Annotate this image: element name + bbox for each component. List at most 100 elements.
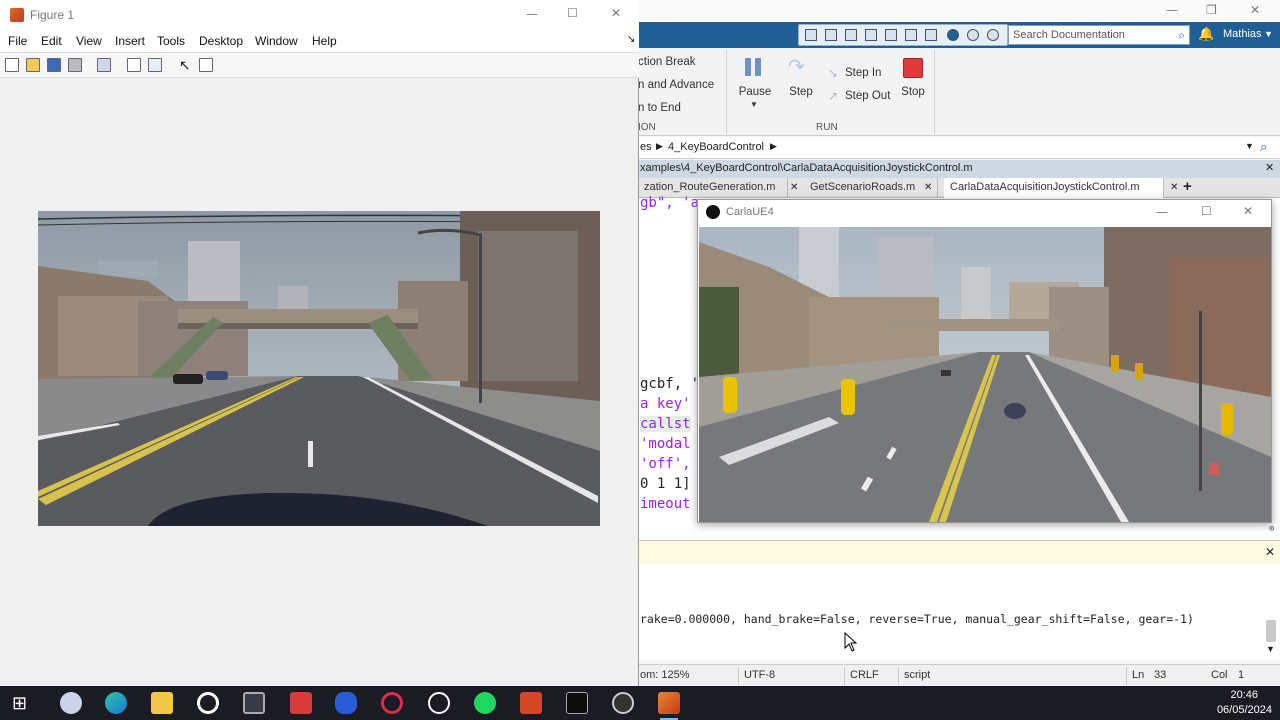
open-file-icon[interactable]: [26, 58, 40, 72]
step-out-icon: ↗: [828, 89, 839, 103]
close-icon[interactable]: ✕: [611, 6, 621, 20]
carla-window: CarlaUE4 — ☐ ✕: [697, 199, 1272, 523]
redo-icon[interactable]: [905, 29, 917, 41]
code-line: callst: [640, 416, 691, 432]
close-icon[interactable]: ✕: [790, 182, 798, 193]
search-icon[interactable]: ⌕: [1260, 139, 1267, 155]
print-icon[interactable]: [68, 58, 82, 72]
camera-frame-image: [38, 211, 600, 526]
menu-file[interactable]: File: [8, 34, 27, 48]
opera-icon[interactable]: [197, 692, 219, 714]
code-line: gcbf, ': [640, 376, 700, 392]
maximize-icon[interactable]: ☐: [567, 6, 578, 20]
powerpoint-icon[interactable]: [520, 692, 542, 714]
menu-view[interactable]: View: [76, 34, 102, 48]
run-and-advance-button[interactable]: n and Advance: [638, 79, 714, 91]
cut-icon[interactable]: [825, 29, 837, 41]
step-in-button[interactable]: Step In: [845, 67, 881, 79]
edge-browser-icon[interactable]: [105, 692, 127, 714]
menu-edit[interactable]: Edit: [41, 34, 62, 48]
unity-icon[interactable]: [243, 692, 265, 714]
matlab-taskbar-icon[interactable]: [658, 692, 680, 720]
menu-help[interactable]: Help: [312, 34, 337, 48]
community-icon[interactable]: [967, 29, 979, 41]
run-to-end-button[interactable]: n to End: [638, 102, 681, 114]
new-figure-icon[interactable]: [5, 58, 19, 72]
save-icon[interactable]: [47, 58, 61, 72]
line-ending: CRLF: [850, 669, 879, 681]
shield-app-icon[interactable]: [335, 692, 357, 714]
chevron-down-icon[interactable]: ▼: [1266, 644, 1275, 654]
property-inspector-icon[interactable]: [199, 58, 213, 72]
file-explorer-icon[interactable]: [151, 692, 173, 714]
section-break-button[interactable]: ction Break: [638, 56, 696, 68]
dock-arrow-icon[interactable]: ↘: [627, 34, 635, 45]
step-out-button[interactable]: Step Out: [845, 90, 890, 102]
legend-icon[interactable]: [148, 58, 162, 72]
close-icon[interactable]: ✕: [1250, 3, 1260, 17]
anydesk-icon[interactable]: [290, 692, 312, 714]
stop-icon[interactable]: [903, 58, 923, 78]
pause-icon[interactable]: [742, 54, 766, 80]
pointer-icon[interactable]: ↖: [179, 57, 191, 74]
figure-titlebar: Figure 1 — ☐ ✕: [0, 0, 639, 30]
cloud-app-icon[interactable]: [60, 692, 82, 714]
terminal-icon[interactable]: [566, 692, 588, 714]
opera-gx-icon[interactable]: [381, 692, 403, 714]
search-documentation-input[interactable]: Search Documentation ⌕: [1008, 25, 1190, 45]
undo-icon[interactable]: [885, 29, 897, 41]
paste-icon[interactable]: [865, 29, 877, 41]
windows-start-icon[interactable]: ⊞: [12, 693, 27, 714]
restore-icon[interactable]: ❐: [1206, 3, 1217, 17]
chevron-down-icon[interactable]: ▼: [1264, 29, 1273, 39]
step-button[interactable]: Step: [784, 86, 818, 98]
carla-titlebar: CarlaUE4 — ☐ ✕: [698, 200, 1271, 226]
clock-date: 06/05/2024: [1216, 704, 1272, 716]
quick-access-toolbar: [798, 24, 1008, 46]
close-icon[interactable]: ✕: [1243, 204, 1253, 218]
menu-tools[interactable]: Tools: [157, 34, 185, 48]
copy-icon[interactable]: [845, 29, 857, 41]
tab-carla-joystick-control[interactable]: CarlaDataAcquisitionJoystickControl.m: [944, 178, 1164, 198]
link-plot-icon[interactable]: [97, 58, 111, 72]
minimize-icon[interactable]: —: [1156, 205, 1168, 219]
user-name[interactable]: Mathias: [1223, 28, 1262, 40]
menu-window[interactable]: Window: [255, 34, 298, 48]
close-icon[interactable]: ✕: [1265, 545, 1275, 559]
step-icon[interactable]: ↷: [788, 54, 805, 79]
pause-button[interactable]: Pause: [736, 86, 774, 98]
menu-desktop[interactable]: Desktop: [199, 34, 243, 48]
save-icon[interactable]: [805, 29, 817, 41]
stop-button[interactable]: Stop: [896, 86, 930, 98]
tab-get-scenario-roads[interactable]: GetScenarioRoads.m: [804, 178, 938, 198]
code-line: a key': [640, 396, 691, 412]
switch-windows-icon[interactable]: [925, 29, 937, 41]
close-icon[interactable]: ✕: [924, 182, 932, 193]
help-icon[interactable]: [947, 29, 959, 41]
unreal-engine-icon[interactable]: [428, 692, 450, 714]
address-segment[interactable]: 4_KeyBoardControl: [668, 141, 764, 153]
maximize-icon[interactable]: ☐: [1201, 204, 1212, 218]
command-window[interactable]: rake=0.000000, hand_brake=False, reverse…: [638, 564, 1280, 660]
chevron-down-icon[interactable]: ⊙: [1269, 524, 1274, 534]
minimize-icon[interactable]: —: [526, 7, 538, 21]
obs-icon[interactable]: [612, 692, 634, 714]
search-icon[interactable]: ⌕: [1178, 28, 1185, 43]
chevron-down-icon[interactable]: ▼: [748, 100, 760, 109]
scrollbar-thumb[interactable]: [1266, 620, 1276, 642]
menu-insert[interactable]: Insert: [115, 34, 145, 48]
bell-icon[interactable]: 🔔: [1198, 26, 1214, 42]
close-icon[interactable]: ✕: [1170, 182, 1178, 193]
add-tab-icon[interactable]: +: [1183, 178, 1192, 195]
spotify-icon[interactable]: [474, 692, 496, 714]
file-type: script: [904, 669, 931, 681]
close-icon[interactable]: ✕: [1265, 161, 1274, 174]
address-segment[interactable]: es: [640, 141, 652, 153]
chevron-down-icon[interactable]: ▼: [1245, 141, 1254, 151]
minimize-icon[interactable]: —: [1166, 3, 1178, 17]
current-folder-address-bar[interactable]: es ▶ 4_KeyBoardControl ▶ ▼ ⌕: [638, 137, 1280, 159]
command-output-line: rake=0.000000, hand_brake=False, reverse…: [640, 612, 1194, 626]
colorbar-icon[interactable]: [127, 58, 141, 72]
settings-icon[interactable]: [987, 29, 999, 41]
column-number: 1: [1238, 669, 1245, 681]
